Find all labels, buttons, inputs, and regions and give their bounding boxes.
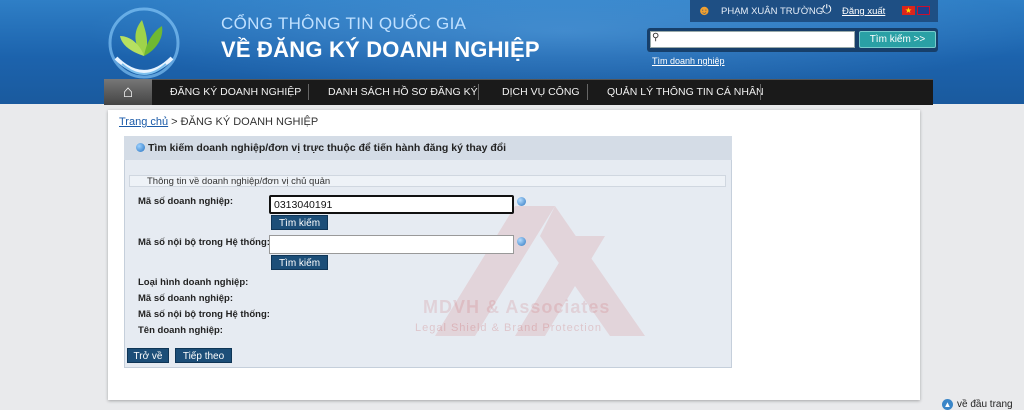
search-button[interactable]: Tìm kiếm >> bbox=[859, 31, 936, 48]
power-icon[interactable]: ⏻ bbox=[822, 2, 832, 17]
watermark-subtitle: Legal Shield & Brand Protection bbox=[415, 322, 602, 334]
internal-code-label: Mã số nội bộ trong Hệ thống: bbox=[138, 237, 270, 248]
watermark-title: MDVH & Associates bbox=[423, 297, 611, 317]
nav-divider bbox=[760, 84, 761, 100]
portal-title-line2: VỀ ĐĂNG KÝ DOANH NGHIỆP bbox=[221, 37, 540, 62]
panel-title: Tìm kiếm doanh nghiệp/đơn vị trực thuộc … bbox=[148, 142, 507, 154]
enterprise-name-label: Tên doanh nghiệp: bbox=[138, 325, 223, 336]
portal-logo bbox=[108, 7, 180, 79]
nav-divider bbox=[478, 84, 479, 100]
logout-link[interactable]: Đăng xuất bbox=[842, 6, 885, 17]
vietnamese-flag-icon[interactable]: ★ bbox=[902, 6, 915, 15]
watermark-logo bbox=[435, 206, 645, 336]
enterprise-code-input[interactable] bbox=[269, 195, 514, 214]
nav-item-dossier-list[interactable]: DANH SÁCH HỒ SƠ ĐĂNG KÝ bbox=[328, 79, 478, 105]
result-internal-code-label: Mã số nội bộ trong Hệ thống: bbox=[138, 309, 270, 320]
info-bullet-icon bbox=[136, 143, 145, 152]
arrow-up-icon: ▲ bbox=[942, 399, 953, 410]
breadcrumb-separator: > bbox=[168, 116, 181, 128]
portal-title-line1: CỔNG THÔNG TIN QUỐC GIA bbox=[221, 14, 467, 33]
user-name: PHẠM XUÂN TRƯỜNG bbox=[721, 6, 824, 17]
nav-item-register[interactable]: ĐĂNG KÝ DOANH NGHIỆP bbox=[170, 79, 301, 105]
search-internal-code-button[interactable]: Tìm kiếm bbox=[271, 255, 328, 270]
home-icon[interactable]: ⌂ bbox=[104, 79, 152, 105]
back-to-top-link[interactable]: ▲ về đầu trang bbox=[942, 399, 1013, 410]
nav-divider bbox=[308, 84, 309, 100]
search-enterprise-code-button[interactable]: Tìm kiếm bbox=[271, 215, 328, 230]
breadcrumb-current: ĐĂNG KÝ DOANH NGHIỆP bbox=[180, 116, 319, 128]
find-enterprise-link[interactable]: Tìm doanh nghiệp bbox=[652, 56, 725, 66]
info-icon[interactable] bbox=[517, 237, 526, 246]
nav-item-public-service[interactable]: DỊCH VỤ CÔNG bbox=[502, 79, 580, 105]
back-button[interactable]: Trở về bbox=[127, 348, 169, 363]
english-flag-icon[interactable] bbox=[917, 6, 930, 15]
back-to-top-label: về đầu trang bbox=[957, 399, 1013, 410]
internal-code-input[interactable] bbox=[269, 235, 514, 254]
search-input[interactable] bbox=[650, 31, 855, 48]
enterprise-type-label: Loại hình doanh nghiệp: bbox=[138, 277, 249, 288]
next-button[interactable]: Tiếp theo bbox=[175, 348, 232, 363]
search-icon: ⚲ bbox=[652, 32, 660, 43]
section-title: Thông tin về doanh nghiệp/đơn vị chủ quả… bbox=[147, 176, 331, 187]
nav-item-personal-info[interactable]: QUẢN LÝ THÔNG TIN CÁ NHÂN bbox=[607, 79, 764, 105]
enterprise-code-label: Mã số doanh nghiệp: bbox=[138, 196, 233, 207]
breadcrumb-home-link[interactable]: Trang chủ bbox=[119, 116, 168, 128]
result-enterprise-code-label: Mã số doanh nghiệp: bbox=[138, 293, 233, 304]
nav-divider bbox=[587, 84, 588, 100]
info-icon[interactable] bbox=[517, 197, 526, 206]
user-icon: ☻ bbox=[697, 2, 712, 18]
breadcrumb: Trang chủ > ĐĂNG KÝ DOANH NGHIỆP bbox=[119, 116, 318, 128]
